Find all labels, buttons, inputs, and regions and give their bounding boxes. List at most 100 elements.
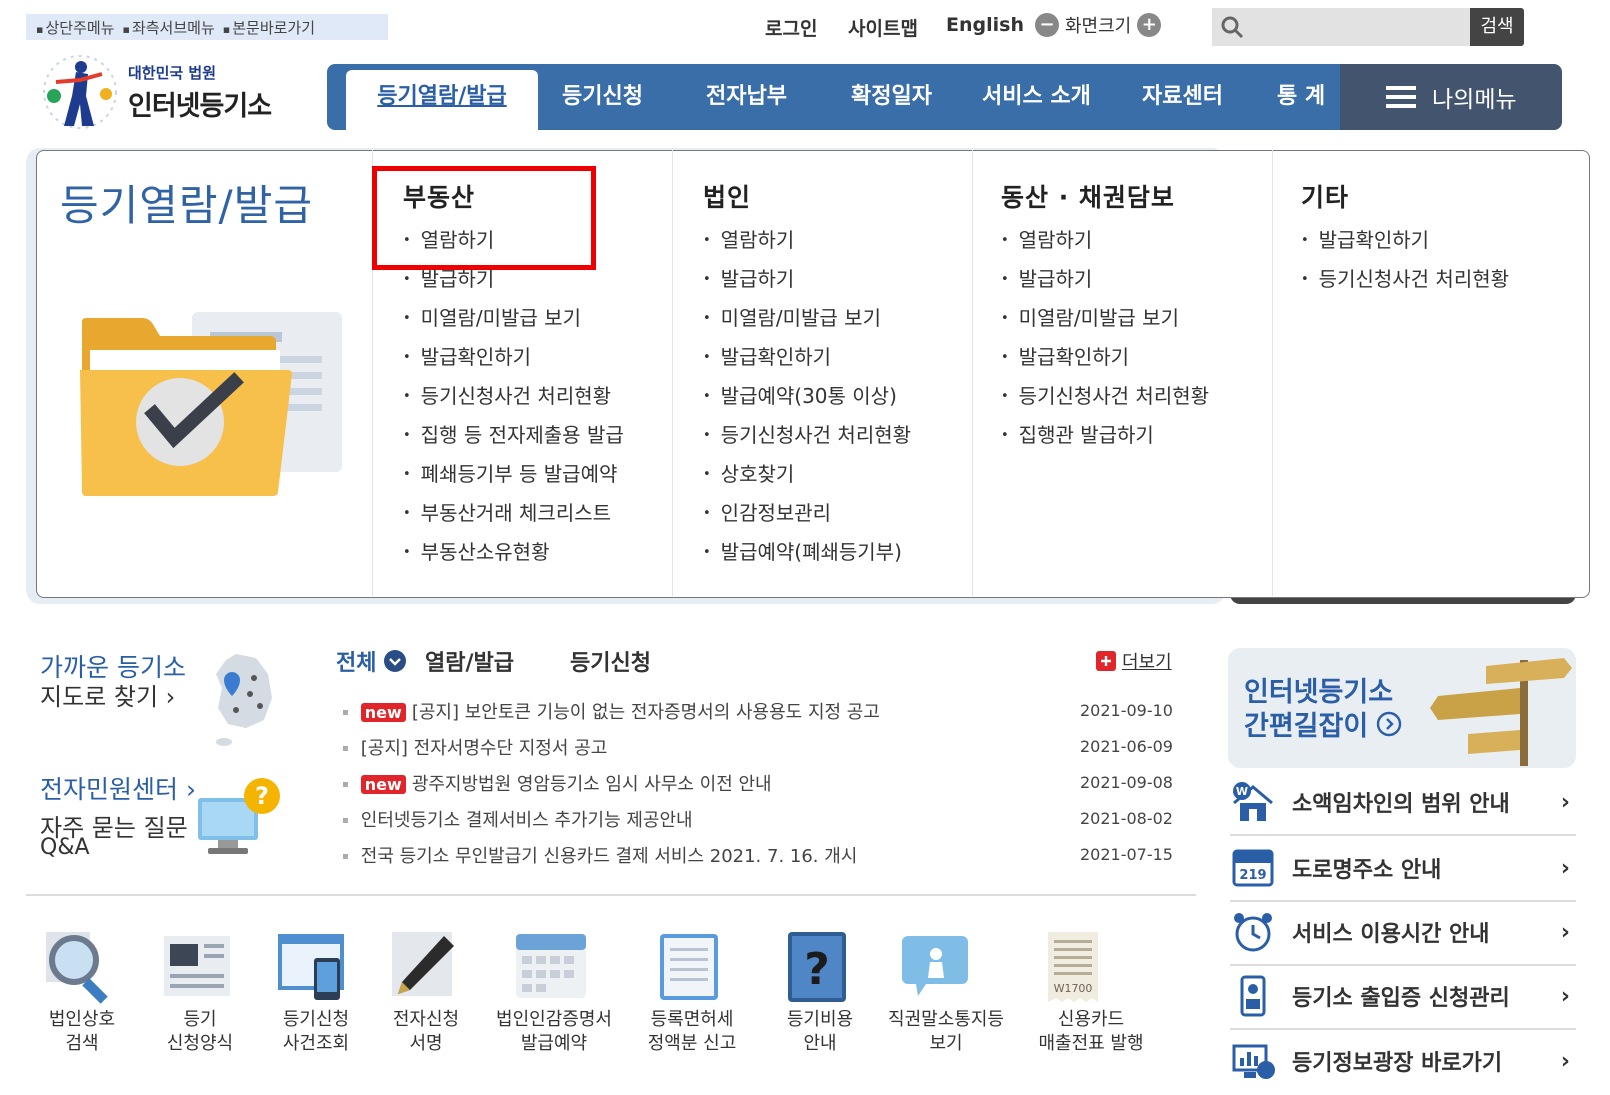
nav-item-stats[interactable]: 통 계	[1277, 64, 1325, 130]
alarm-clock-icon	[1234, 913, 1272, 952]
new-badge: new	[360, 775, 406, 794]
right-link-info-plaza[interactable]: 등기정보광장 바로가기 ›	[1230, 1028, 1576, 1094]
more-link[interactable]: 더보기	[1096, 648, 1172, 674]
more-link-label: 더보기	[1122, 652, 1172, 673]
ecenter-link[interactable]: 전자민원센터 ›	[40, 770, 196, 806]
notice-item[interactable]: new 광주지방법원 영암등기소 임시 사무소 이전 안내	[342, 770, 772, 796]
svg-text:?: ?	[255, 782, 269, 810]
nav-item-fixed-date[interactable]: 확정일자	[851, 64, 932, 130]
menu-item-closed-reserve[interactable]: 폐쇄등기부 등 발급예약	[403, 458, 618, 487]
english-link[interactable]: English	[946, 14, 1024, 36]
menu-item-verify[interactable]: 발급확인하기	[1001, 341, 1129, 370]
quick-label: 등기비용 안내	[786, 1009, 854, 1054]
menu-item-verify[interactable]: 발급확인하기	[703, 341, 831, 370]
col-heading-corporation: 법인	[703, 183, 752, 212]
monitor-help-icon: ?	[198, 778, 280, 854]
notice-title: 광주지방법원 영암등기소 임시 사무소 이전 안내	[411, 774, 772, 795]
chevron-right-icon: ›	[1560, 855, 1570, 881]
search-input[interactable]	[1212, 8, 1470, 46]
menu-item-bailiff-issue[interactable]: 집행관 발급하기	[1001, 419, 1154, 448]
menu-item-unviewed[interactable]: 미열람/미발급 보기	[703, 302, 881, 331]
qa-link[interactable]: Q&A	[40, 835, 90, 860]
nav-item-datacenter[interactable]: 자료센터	[1142, 64, 1223, 130]
notice-item[interactable]: [공지] 전자서명수단 지정서 공고	[342, 734, 608, 760]
notice-item[interactable]: new [공지] 보안토큰 기능이 없는 전자증명서의 사용용도 지정 공고	[342, 698, 880, 724]
my-menu-button[interactable]: 나의메뉴	[1340, 64, 1562, 130]
menu-item-esubmit[interactable]: 집행 등 전자제출용 발급	[403, 419, 624, 448]
skip-link-topmenu[interactable]: 상단주메뉴	[36, 17, 114, 38]
svg-text:W: W	[1236, 785, 1248, 798]
quick-corp-name-search[interactable]	[40, 928, 124, 1010]
news-tab-apply[interactable]: 등기신청	[570, 645, 651, 677]
menu-item-verify[interactable]: 발급확인하기	[403, 341, 531, 370]
menu-item-view[interactable]: 열람하기	[1001, 224, 1093, 253]
menu-item-issue[interactable]: 발급하기	[703, 263, 795, 292]
notice-title: [공지] 전자서명수단 지정서 공고	[360, 738, 608, 759]
question-book-icon: ?	[788, 932, 846, 1002]
quick-label: 등록면허세 정액분 신고	[647, 1009, 737, 1054]
menu-item-ownership[interactable]: 부동산소유현황	[403, 536, 550, 565]
news-tab-all-label: 전체	[336, 651, 377, 676]
menu-item-status[interactable]: 등기신청사건 처리현황	[703, 419, 911, 448]
notice-date: 2021-06-09	[1080, 737, 1173, 756]
quick-license-tax[interactable]	[650, 928, 734, 1010]
quick-cost-guide[interactable]: ?	[778, 928, 862, 1010]
right-link-access-card[interactable]: 등기소 출입증 신청관리 ›	[1230, 964, 1576, 1030]
quick-apply-forms[interactable]	[158, 928, 242, 1010]
search-button[interactable]: 검색	[1470, 8, 1524, 46]
zoom-in-button[interactable]: +	[1137, 13, 1162, 37]
nav-item-view-issue[interactable]: 등기열람/발급	[346, 70, 538, 130]
menu-item-status[interactable]: 등기신청사건 처리현황	[1301, 263, 1509, 292]
dropdown-col-etc: 기타 발급확인하기 등기신청사건 처리현황	[1272, 150, 1572, 596]
zoom-out-button[interactable]: −	[1035, 13, 1059, 37]
quick-cancel-notice[interactable]	[896, 928, 980, 1010]
skip-link-submenu[interactable]: 좌측서브메뉴	[122, 17, 215, 38]
quick-label: 직권말소통지등 보기	[888, 1009, 1004, 1054]
search-icon	[1221, 16, 1244, 39]
nearby-registry-map-link[interactable]: 지도로 찾기 ›	[40, 677, 175, 712]
quick-seal-reserve[interactable]	[512, 928, 596, 1010]
menu-item-seal-info[interactable]: 인감정보관리	[703, 497, 831, 526]
quick-case-lookup[interactable]	[274, 928, 358, 1010]
logo-line1: 대한민국 법원	[128, 64, 217, 82]
dropdown-col-corporation: 법인 열람하기 발급하기 미열람/미발급 보기 발급확인하기 발급예약(30통 …	[672, 150, 972, 596]
notice-item[interactable]: 전국 등기소 무인발급기 신용카드 결제 서비스 2021. 7. 16. 개시	[342, 842, 858, 868]
right-link-service-hours[interactable]: 서비스 이용시간 안내 ›	[1230, 900, 1576, 966]
nav-item-apply[interactable]: 등기신청	[562, 64, 643, 130]
menu-item-verify[interactable]: 발급확인하기	[1301, 224, 1429, 253]
menu-item-trade-name[interactable]: 상호찾기	[703, 458, 795, 487]
nav-item-epayment[interactable]: 전자납부	[706, 64, 787, 130]
arrow-circle-icon	[1377, 711, 1402, 736]
site-logo[interactable]: 대한민국 법원 인터넷등기소	[36, 52, 306, 132]
menu-item-unviewed[interactable]: 미열람/미발급 보기	[1001, 302, 1179, 331]
login-link[interactable]: 로그인	[765, 14, 817, 41]
menu-item-unviewed[interactable]: 미열람/미발급 보기	[403, 302, 581, 331]
skip-link-content[interactable]: 본문바로가기	[223, 17, 315, 38]
right-link-road-address[interactable]: 219 도로명주소 안내 ›	[1230, 836, 1576, 902]
right-link-small-tenant[interactable]: W 소액임차인의 범위 안내 ›	[1230, 770, 1576, 836]
highlight-box	[372, 166, 596, 270]
guide-line2-wrap: 간편길잡이	[1244, 704, 1402, 743]
nav-item-service[interactable]: 서비스 소개	[982, 64, 1091, 130]
guide-banner[interactable]: 인터넷등기소 간편길잡이	[1228, 648, 1576, 768]
menu-item-closed-reserve[interactable]: 발급예약(폐쇄등기부)	[703, 536, 902, 565]
news-tab-view-issue[interactable]: 열람/발급	[425, 645, 514, 677]
dropdown-col-movable: 동산 · 채권담보 열람하기 발급하기 미열람/미발급 보기 발급확인하기 등기…	[972, 150, 1272, 596]
quick-esign[interactable]	[384, 928, 468, 1010]
right-link-label: 도로명주소 안내	[1292, 858, 1442, 883]
menu-item-issue[interactable]: 발급하기	[1001, 263, 1093, 292]
quick-card-receipt[interactable]: W1700	[1034, 928, 1118, 1010]
signpost-icon	[1430, 658, 1572, 766]
news-tab-all[interactable]: 전체	[336, 645, 407, 677]
quick-label: 신용카드 매출전표 발행	[1038, 1009, 1144, 1054]
menu-item-checklist[interactable]: 부동산거래 체크리스트	[403, 497, 611, 526]
menu-item-view[interactable]: 열람하기	[703, 224, 795, 253]
notice-item[interactable]: 인터넷등기소 결제서비스 추가기능 제공안내	[342, 806, 693, 832]
menu-item-status[interactable]: 등기신청사건 처리현황	[403, 380, 611, 409]
calendar-icon	[516, 934, 586, 998]
menu-item-status[interactable]: 등기신청사건 처리현황	[1001, 380, 1209, 409]
sitemap-link[interactable]: 사이트맵	[848, 14, 918, 41]
notice-date: 2021-08-02	[1080, 809, 1173, 828]
notice-title: 전국 등기소 무인발급기 신용카드 결제 서비스 2021. 7. 16. 개시	[360, 846, 858, 867]
menu-item-bulk-reserve[interactable]: 발급예약(30통 이상)	[703, 380, 897, 409]
